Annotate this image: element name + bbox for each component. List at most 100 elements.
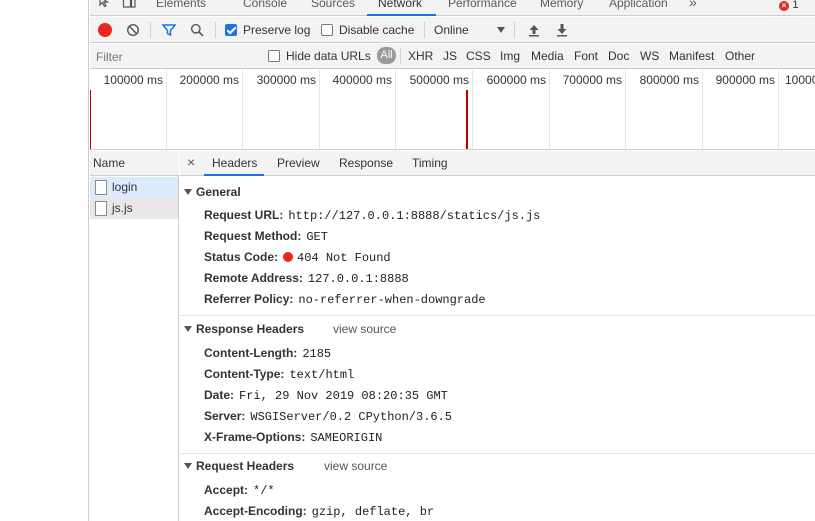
timeline-tick-label: 600000 ms bbox=[486, 73, 546, 87]
request-header-row: Accept: */* bbox=[204, 483, 275, 498]
referrer-policy-row: Referrer Policy: no-referrer-when-downgra… bbox=[204, 292, 486, 307]
request-headers-view-source[interactable]: view source bbox=[324, 459, 387, 473]
type-filter-manifest[interactable]: Manifest bbox=[669, 49, 714, 63]
hide-data-urls-label: Hide data URLs bbox=[286, 49, 371, 63]
timeline-gridline bbox=[166, 70, 167, 149]
timeline-tick-label: 900000 ms bbox=[715, 73, 775, 87]
hide-data-urls-checkbox[interactable] bbox=[268, 50, 280, 62]
tab-performance[interactable]: Performance bbox=[448, 0, 517, 10]
throttling-select[interactable]: Online bbox=[430, 20, 506, 40]
timeline-gridline bbox=[395, 70, 396, 149]
error-count: 1 bbox=[792, 0, 799, 11]
response-header-row: Date: Fri, 29 Nov 2019 08:20:35 GMT bbox=[204, 388, 448, 403]
chevron-down-icon bbox=[497, 27, 505, 33]
remote-address-row: Remote Address: 127.0.0.1:8888 bbox=[204, 271, 409, 286]
disable-cache-label: Disable cache bbox=[339, 23, 415, 37]
response-header-row: Server: WSGIServer/0.2 CPython/3.6.5 bbox=[204, 409, 453, 424]
timeline-tick-label: 100000 ms bbox=[103, 73, 163, 87]
status-indicator-icon bbox=[283, 252, 294, 262]
tab-network[interactable]: Network bbox=[378, 0, 422, 10]
timeline-tick-label: 300000 ms bbox=[256, 73, 316, 87]
timeline-gridline bbox=[778, 70, 779, 149]
request-name: js.js bbox=[112, 201, 133, 215]
timeline-tick-label: 800000 ms bbox=[639, 73, 699, 87]
devtools-tab-strip: Elements Console Sources Network Perform… bbox=[90, 0, 815, 16]
tab-response[interactable]: Response bbox=[339, 156, 393, 170]
clear-icon[interactable] bbox=[126, 23, 140, 40]
search-icon[interactable] bbox=[190, 23, 204, 40]
record-button[interactable] bbox=[98, 23, 112, 37]
error-badge[interactable]: × 1 bbox=[779, 0, 798, 11]
timeline-gridline bbox=[702, 70, 703, 149]
request-detail-tabs: × Headers Preview Response Timing bbox=[180, 151, 815, 176]
timeline-tick-label: 700000 ms bbox=[562, 73, 622, 87]
response-header-row: Content-Type: text/html bbox=[204, 367, 355, 382]
tab-preview[interactable]: Preview bbox=[277, 156, 320, 170]
more-tabs-button[interactable]: » bbox=[689, 0, 697, 10]
network-toolbar: Preserve log Disable cache Online bbox=[90, 17, 815, 43]
preserve-log-label: Preserve log bbox=[243, 23, 311, 37]
document-icon bbox=[95, 180, 107, 195]
type-filter-xhr[interactable]: XHR bbox=[408, 49, 433, 63]
timeline-gridline bbox=[549, 70, 550, 149]
tab-timing[interactable]: Timing bbox=[412, 156, 448, 170]
name-column-header[interactable]: Name bbox=[90, 151, 179, 176]
type-filter-other[interactable]: Other bbox=[725, 49, 755, 63]
request-name: login bbox=[112, 180, 138, 194]
load-event-marker bbox=[466, 90, 468, 149]
request-row-js[interactable]: js.js bbox=[90, 198, 178, 219]
disable-cache-checkbox[interactable] bbox=[321, 24, 333, 36]
type-filter-js[interactable]: JS bbox=[443, 49, 457, 63]
timeline-gridline bbox=[625, 70, 626, 149]
status-code-value: 404 Not Found bbox=[297, 251, 391, 265]
request-row-login[interactable]: login bbox=[90, 177, 178, 198]
timeline-tick-label: 500000 ms bbox=[409, 73, 469, 87]
document-icon bbox=[95, 201, 107, 216]
close-icon[interactable]: × bbox=[187, 154, 195, 170]
remote-address-value: 127.0.0.1:8888 bbox=[307, 272, 409, 286]
inspect-element-icon[interactable] bbox=[98, 0, 112, 12]
type-filter-font[interactable]: Font bbox=[574, 49, 598, 63]
domcontentloaded-marker bbox=[90, 90, 91, 149]
error-icon: × bbox=[779, 1, 789, 11]
tab-memory[interactable]: Memory bbox=[540, 0, 583, 10]
timeline-tick-label: 10000 bbox=[785, 73, 815, 87]
response-headers-view-source[interactable]: view source bbox=[333, 322, 396, 336]
throttling-value: Online bbox=[434, 23, 469, 37]
timeline-gridline bbox=[242, 70, 243, 149]
headers-panel: General Request URL: http://127.0.0.1:888… bbox=[180, 177, 815, 521]
triangle-down-icon bbox=[184, 189, 192, 195]
filter-input[interactable] bbox=[92, 47, 252, 66]
request-url-value: http://127.0.0.1:8888/statics/js.js bbox=[288, 209, 541, 223]
response-headers-section-header[interactable]: Response Headers bbox=[184, 322, 304, 336]
preserve-log-checkbox[interactable] bbox=[225, 24, 237, 36]
referrer-policy-value: no-referrer-when-downgrade bbox=[298, 293, 486, 307]
request-method-row: Request Method: GET bbox=[204, 229, 328, 244]
tab-console[interactable]: Console bbox=[243, 0, 287, 10]
tab-headers[interactable]: Headers bbox=[212, 156, 257, 170]
tab-sources[interactable]: Sources bbox=[311, 0, 355, 10]
type-filter-css[interactable]: CSS bbox=[466, 49, 491, 63]
filter-bar: Hide data URLs All XHR JS CSS Img Media … bbox=[90, 44, 815, 69]
page-left-margin bbox=[0, 0, 89, 521]
timeline-tick-label: 200000 ms bbox=[179, 73, 239, 87]
filter-icon[interactable] bbox=[161, 23, 177, 40]
tab-elements[interactable]: Elements bbox=[156, 0, 206, 10]
export-har-icon[interactable] bbox=[556, 23, 568, 40]
device-toolbar-icon[interactable] bbox=[122, 0, 136, 12]
type-filter-doc[interactable]: Doc bbox=[608, 49, 629, 63]
network-overview-timeline[interactable]: 100000 ms 200000 ms 300000 ms 400000 ms 5000… bbox=[90, 70, 815, 150]
type-filter-media[interactable]: Media bbox=[531, 49, 564, 63]
tab-application[interactable]: Application bbox=[609, 0, 668, 10]
timeline-gridline bbox=[319, 70, 320, 149]
import-har-icon[interactable] bbox=[528, 23, 540, 40]
general-section-header[interactable]: General bbox=[184, 185, 241, 199]
request-url-row: Request URL: http://127.0.0.1:8888/static… bbox=[204, 208, 541, 223]
request-header-row: Accept-Encoding: gzip, deflate, br bbox=[204, 504, 435, 519]
response-header-row: Content-Length: 2185 bbox=[204, 346, 332, 361]
triangle-down-icon bbox=[184, 463, 192, 469]
type-filter-img[interactable]: Img bbox=[500, 49, 520, 63]
request-headers-section-header[interactable]: Request Headers bbox=[184, 459, 294, 473]
type-filter-ws[interactable]: WS bbox=[640, 49, 659, 63]
type-filter-all[interactable]: All bbox=[377, 47, 396, 64]
